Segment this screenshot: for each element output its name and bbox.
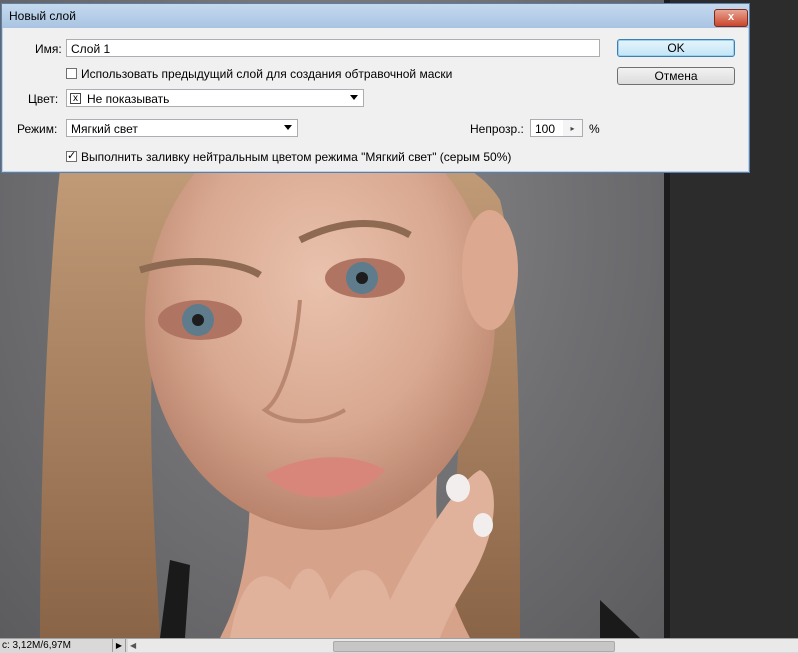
- horizontal-scrollbar[interactable]: ◀: [128, 639, 798, 652]
- opacity-slider-arrow-icon[interactable]: ▸: [563, 119, 583, 137]
- dialog-title: Новый слой: [9, 9, 76, 23]
- color-label: Цвет:: [28, 92, 59, 106]
- color-value: Не показывать: [87, 92, 170, 106]
- name-value: Слой 1: [71, 42, 111, 56]
- name-label: Имя:: [35, 42, 62, 56]
- color-select[interactable]: x Не показывать: [66, 89, 364, 107]
- scroll-left-icon[interactable]: ◀: [130, 639, 136, 652]
- chevron-down-icon: [350, 95, 358, 100]
- mode-value: Мягкий свет: [71, 122, 138, 136]
- name-input[interactable]: Слой 1: [66, 39, 600, 57]
- opacity-unit: %: [589, 122, 600, 136]
- dialog-titlebar[interactable]: Новый слой x: [2, 4, 749, 28]
- opacity-value: 100: [535, 122, 556, 136]
- cancel-button[interactable]: Отмена: [617, 67, 735, 85]
- status-menu-arrow-icon[interactable]: ▶: [112, 639, 126, 652]
- scroll-thumb[interactable]: [333, 641, 615, 652]
- opacity-label: Непрозр.:: [470, 122, 524, 136]
- document-size: c: 3,12M/6,97M: [2, 640, 71, 651]
- fill-neutral-label[interactable]: Выполнить заливку нейтральным цветом реж…: [81, 150, 511, 164]
- status-bar: c: 3,12M/6,97M ▶ ◀: [0, 638, 798, 653]
- clip-mask-checkbox[interactable]: [66, 68, 77, 79]
- mode-label: Режим:: [17, 122, 58, 136]
- chevron-down-icon: [284, 125, 292, 130]
- mode-select[interactable]: Мягкий свет: [66, 119, 298, 137]
- clip-mask-label[interactable]: Использовать предыдущий слой для создани…: [81, 67, 452, 81]
- new-layer-dialog: Новый слой x Имя: Слой 1 OK Отмена Испол…: [1, 3, 750, 173]
- opacity-input[interactable]: 100: [530, 119, 564, 137]
- no-color-swatch-icon: x: [70, 93, 81, 104]
- ok-button[interactable]: OK: [617, 39, 735, 57]
- close-button[interactable]: x: [714, 9, 748, 27]
- fill-neutral-checkbox[interactable]: [66, 149, 77, 162]
